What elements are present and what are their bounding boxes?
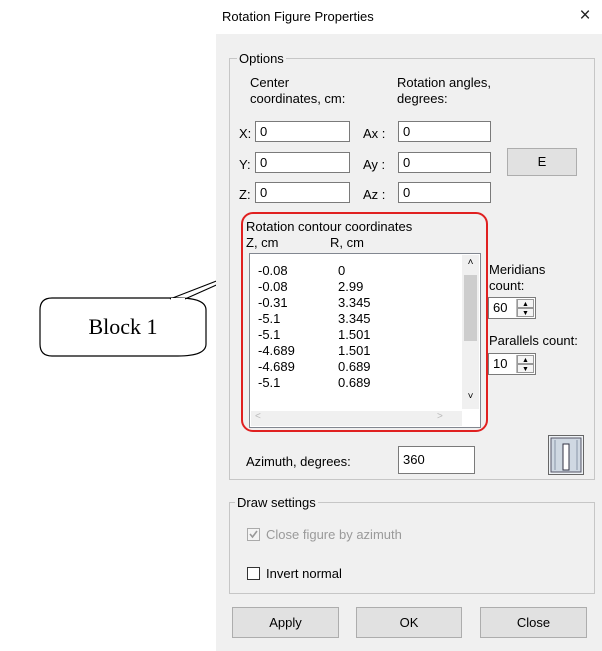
invert-normal-checkbox[interactable] <box>247 567 260 580</box>
x-label: X: <box>239 126 252 141</box>
figure-preview-button[interactable] <box>548 435 584 475</box>
parallels-spin-buttons[interactable]: ▲ ▼ <box>516 355 534 373</box>
ay-label: Ay : <box>363 157 386 172</box>
parallels-spinner[interactable]: 10 ▲ ▼ <box>488 353 536 375</box>
parallels-value: 10 <box>493 356 508 371</box>
e-button[interactable]: E <box>507 148 577 176</box>
spin-down-icon[interactable]: ▼ <box>517 308 534 317</box>
az-field[interactable]: 0 <box>398 182 491 203</box>
y-label: Y: <box>239 157 251 172</box>
checkmark-icon <box>249 530 258 539</box>
ax-label: Ax : <box>363 126 386 141</box>
close-icon[interactable]: × <box>573 4 597 28</box>
center-label-line1: Center <box>250 75 290 90</box>
z-field[interactable]: 0 <box>255 182 350 203</box>
ax-field[interactable]: 0 <box>398 121 491 142</box>
close-figure-checkbox[interactable] <box>247 528 260 541</box>
window-title: Rotation Figure Properties <box>222 9 374 24</box>
options-legend: Options <box>237 51 286 66</box>
meridians-label-line1: Meridians <box>489 262 546 277</box>
meridians-spin-buttons[interactable]: ▲ ▼ <box>516 299 534 317</box>
callout-label: Block 1 <box>88 314 158 339</box>
meridians-label-line2: count: <box>489 278 525 293</box>
spin-up-icon[interactable]: ▲ <box>517 299 534 308</box>
z-label: Z: <box>239 187 251 202</box>
meridians-value: 60 <box>493 300 508 315</box>
close-figure-label: Close figure by azimuth <box>266 527 402 542</box>
spin-down-icon[interactable]: ▼ <box>517 364 534 373</box>
rotation-label-line1: Rotation angles, <box>397 75 491 90</box>
rotation-label-line2: degrees: <box>397 91 448 106</box>
draw-settings-legend: Draw settings <box>235 495 318 510</box>
spin-up-icon[interactable]: ▲ <box>517 355 534 364</box>
rotation-figure-icon <box>550 437 582 473</box>
x-field[interactable]: 0 <box>255 121 350 142</box>
azimuth-label: Azimuth, degrees: <box>246 454 351 469</box>
center-label-line2: coordinates, cm: <box>250 91 346 106</box>
close-button[interactable]: Close <box>480 607 587 638</box>
meridians-spinner[interactable]: 60 ▲ ▼ <box>488 297 536 319</box>
azimuth-field[interactable]: 360 <box>398 446 475 474</box>
invert-normal-label: Invert normal <box>266 566 342 581</box>
ay-field[interactable]: 0 <box>398 152 491 173</box>
az-label: Az : <box>363 187 386 202</box>
parallels-label: Parallels count: <box>489 333 578 348</box>
y-field[interactable]: 0 <box>255 152 350 173</box>
ok-button[interactable]: OK <box>356 607 462 638</box>
highlight-frame <box>241 212 488 432</box>
apply-button[interactable]: Apply <box>232 607 339 638</box>
